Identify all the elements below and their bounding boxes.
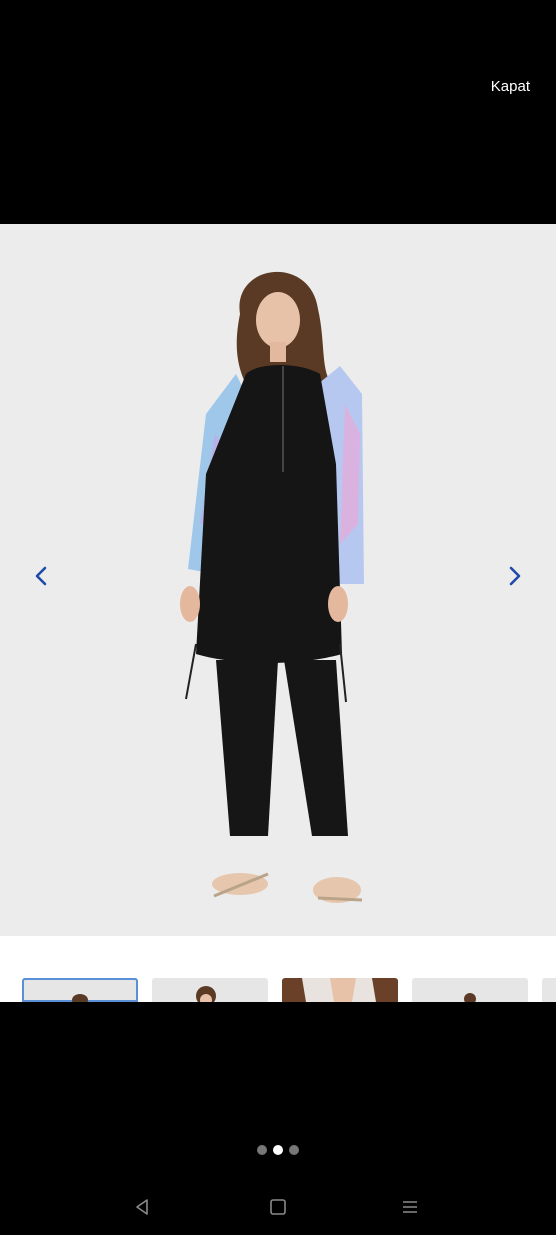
system-navigation-bar xyxy=(0,1190,556,1224)
thumbnail-image xyxy=(464,993,476,1002)
page-dot-active[interactable] xyxy=(273,1145,283,1155)
hamburger-menu-icon xyxy=(403,1201,417,1213)
back-button[interactable] xyxy=(122,1190,162,1224)
thumbnail-list xyxy=(22,978,556,1002)
thumbnail-image xyxy=(196,986,216,1002)
product-image xyxy=(0,224,556,936)
chevron-right-icon xyxy=(509,566,521,586)
triangle-back-icon xyxy=(136,1199,148,1215)
previous-image-button[interactable] xyxy=(26,556,56,596)
square-home-icon xyxy=(270,1199,286,1215)
thumbnail-4[interactable] xyxy=(412,978,528,1002)
thumbnail-5[interactable] xyxy=(542,978,556,1002)
thumbnail-3[interactable] xyxy=(282,978,398,1002)
recent-apps-button[interactable] xyxy=(390,1190,430,1224)
pagination-dots xyxy=(0,1145,556,1155)
close-button[interactable]: Kapat xyxy=(491,78,530,95)
thumbnail-1[interactable] xyxy=(22,978,138,1002)
page-dot[interactable] xyxy=(257,1145,267,1155)
product-photo xyxy=(0,224,556,936)
thumbnail-image xyxy=(282,978,398,1002)
thumbnail-image xyxy=(72,994,88,1002)
home-button[interactable] xyxy=(258,1190,298,1224)
thumbnail-2[interactable] xyxy=(152,978,268,1002)
next-image-button[interactable] xyxy=(500,556,530,596)
page-dot[interactable] xyxy=(289,1145,299,1155)
chevron-left-icon xyxy=(35,566,47,586)
